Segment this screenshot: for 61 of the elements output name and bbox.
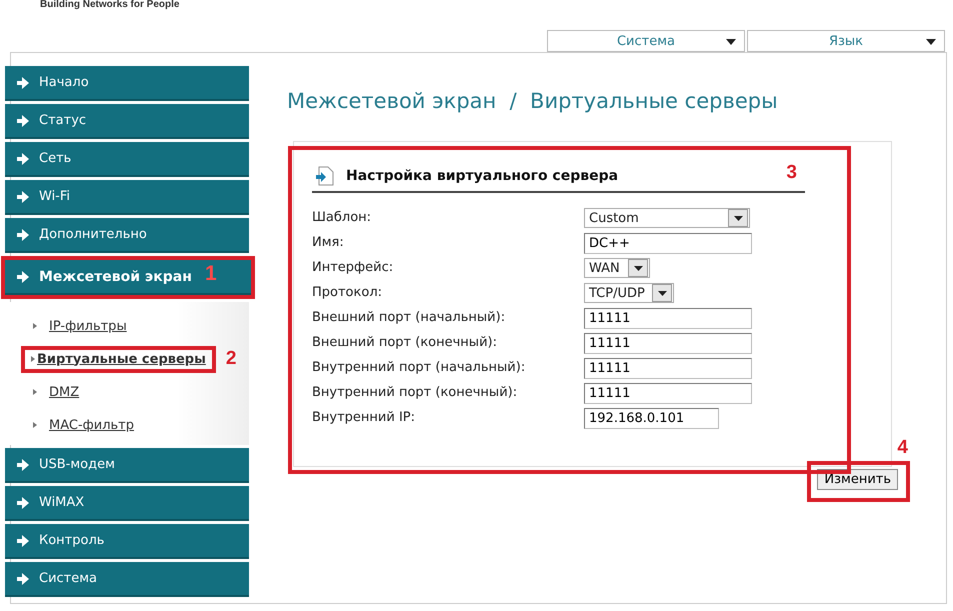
nav-item[interactable]: Сеть (5, 142, 249, 177)
input-field[interactable]: 11111 (584, 332, 752, 354)
input-field[interactable]: 11111 (584, 382, 752, 404)
nav-item[interactable]: Начало (5, 66, 249, 101)
caret-icon (926, 39, 936, 45)
submenu-link[interactable]: MAC-фильтр (49, 418, 134, 432)
section-title: Настройка виртуального сервера (346, 168, 618, 184)
arrow-icon (17, 228, 29, 240)
bullet-icon (33, 389, 37, 395)
arrow-icon (17, 458, 29, 470)
input-field[interactable]: 192.168.0.101 (584, 408, 719, 428)
field-label: Внутренний порт (начальный): (312, 359, 526, 377)
input-field[interactable]: DC++ (584, 232, 752, 254)
bullet-icon (33, 323, 37, 329)
submenu-link[interactable]: Виртуальные серверы (37, 352, 206, 366)
callout-number: 4 (897, 437, 908, 459)
nav-item[interactable]: Система (5, 562, 249, 597)
caret-icon (726, 39, 736, 45)
arrow-icon (17, 534, 29, 546)
menu-dropdown[interactable]: Язык (747, 30, 945, 52)
dropdown[interactable]: WAN (584, 258, 650, 278)
bullet-icon (33, 422, 37, 428)
caret-icon (658, 290, 666, 296)
arrow-icon (17, 496, 29, 508)
nav-item[interactable]: Контроль (5, 524, 249, 559)
field-label: Внешний порт (конечный): (312, 334, 498, 352)
field-label: Протокол: (312, 284, 384, 302)
submenu-link[interactable]: IP-фильтры (49, 318, 127, 334)
arrow-icon (17, 152, 29, 164)
dropdown[interactable]: Custom (584, 208, 750, 228)
callout-number: 1 (205, 262, 217, 286)
input-field[interactable]: 11111 (584, 358, 752, 378)
document-arrow-icon (316, 166, 334, 186)
nav-item[interactable]: Дополнительно (5, 218, 249, 253)
page-title: Межсетевой экран / Виртуальные серверы (287, 89, 779, 113)
caret-icon (734, 216, 742, 220)
field-label: Внутренний порт (конечный): (312, 384, 518, 402)
arrow-icon (17, 270, 29, 282)
field-label: Интерфейс: (312, 259, 394, 277)
nav-item[interactable]: Wi-Fi (5, 180, 249, 215)
nav-item[interactable]: USB-модем (5, 448, 249, 483)
callout-number: 3 (786, 162, 797, 184)
dropdown[interactable]: TCP/UDP (584, 283, 674, 303)
arrow-icon (17, 190, 29, 202)
submenu-link[interactable]: DMZ (49, 384, 80, 400)
field-label: Внешний порт (начальный): (312, 309, 506, 327)
nav-item[interactable]: Статус (5, 104, 249, 139)
callout-number: 2 (226, 348, 236, 370)
field-label: Внутренний IP: (312, 409, 416, 427)
change-button[interactable]: Изменить (817, 469, 898, 490)
nav-item[interactable]: WiMAX (5, 486, 249, 521)
menu-dropdown[interactable]: Система (547, 30, 745, 52)
field-label: Шаблон: (312, 209, 372, 227)
input-field[interactable]: 11111 (584, 308, 752, 328)
arrow-icon (17, 114, 29, 126)
arrow-icon (17, 76, 29, 88)
arrow-icon (17, 572, 29, 584)
caret-icon (634, 266, 642, 270)
brand-tagline: Building Networks for People (40, 0, 180, 10)
field-label: Имя: (312, 234, 345, 252)
bullet-icon (31, 356, 35, 362)
